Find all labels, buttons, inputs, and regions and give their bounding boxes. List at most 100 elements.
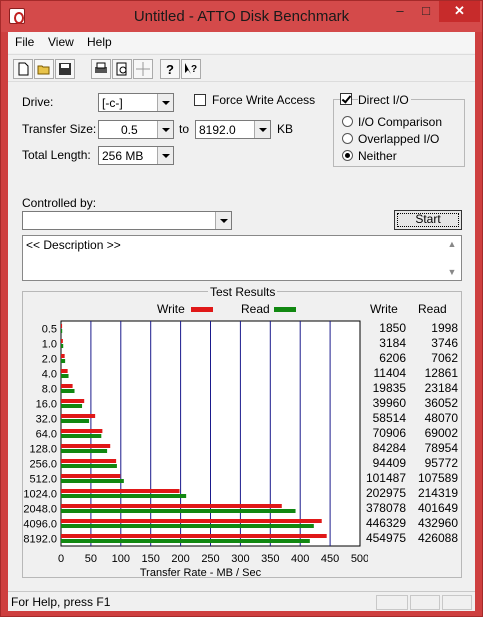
direct-io-checkbox[interactable] (340, 93, 352, 105)
read-value: 23184 (424, 381, 458, 395)
write-bar (61, 444, 111, 448)
y-tick-label: 2.0 (42, 354, 57, 366)
x-tick-label: 50 (85, 553, 97, 565)
read-value: 3746 (431, 336, 458, 350)
read-bar (61, 449, 108, 453)
print-icon[interactable] (91, 59, 111, 79)
x-tick-label: 250 (201, 553, 219, 565)
context-help-icon[interactable]: ? (181, 59, 201, 79)
write-value: 378078 (365, 501, 406, 515)
transfer-size-from-select[interactable]: 0.5 (98, 120, 174, 139)
menu-help[interactable]: Help (87, 35, 112, 49)
write-bar (61, 354, 65, 358)
write-bar (61, 369, 68, 373)
open-folder-icon[interactable] (34, 59, 54, 79)
read-bar (61, 344, 64, 348)
help-icon[interactable]: ? (160, 59, 180, 79)
neither-label: Neither (358, 149, 397, 163)
write-bar (61, 429, 103, 433)
write-bar (61, 534, 327, 538)
write-value: 11404 (373, 366, 406, 380)
chevron-down-icon[interactable] (215, 212, 231, 229)
close-button[interactable]: ✕ (439, 1, 480, 22)
start-button[interactable]: Start (394, 210, 462, 230)
write-bar (61, 414, 96, 418)
legend-write-swatch (191, 307, 213, 312)
scroll-down-icon[interactable]: ▼ (444, 264, 460, 280)
client-area: File View Help ? ? Drive: [-c-] Force Wr… (8, 32, 475, 611)
menu-file[interactable]: File (15, 35, 34, 49)
status-pane-3 (442, 595, 472, 610)
write-bar (61, 339, 63, 343)
scroll-up-icon[interactable]: ▲ (444, 236, 460, 252)
y-tick-label: 16.0 (36, 399, 57, 411)
io-comparison-radio[interactable] (342, 116, 353, 127)
write-bar (61, 474, 121, 478)
read-bar (61, 479, 124, 483)
controlled-by-select[interactable] (22, 211, 232, 230)
write-value: 19835 (372, 381, 406, 395)
read-bar (61, 329, 63, 333)
to-label: to (179, 122, 190, 136)
chevron-down-icon[interactable] (157, 121, 173, 138)
transfer-size-to-select[interactable]: 8192.0 (195, 120, 271, 139)
write-value: 1850 (379, 321, 406, 335)
write-value: 6206 (379, 351, 406, 365)
print-preview-icon[interactable] (112, 59, 132, 79)
neither-radio[interactable] (342, 150, 353, 161)
write-bar (61, 459, 117, 463)
move-icon[interactable] (133, 59, 153, 79)
read-value: 48070 (424, 411, 458, 425)
x-axis-label: Transfer Rate - MB / Sec (140, 567, 262, 579)
title-bar[interactable]: Untitled - ATTO Disk Benchmark – □ ✕ (1, 1, 482, 32)
write-value: 84284 (372, 441, 406, 455)
x-tick-label: 300 (231, 553, 249, 565)
read-bar (61, 434, 102, 438)
description-box[interactable]: << Description >> ▲ ▼ (22, 235, 462, 281)
read-bar (61, 539, 310, 543)
y-tick-label: 32.0 (36, 414, 57, 426)
y-tick-label: 8.0 (42, 384, 57, 396)
read-bar (61, 404, 83, 408)
chevron-down-icon[interactable] (254, 121, 270, 138)
menu-bar: File View Help (8, 32, 475, 53)
y-tick-label: 4.0 (42, 369, 57, 381)
force-write-checkbox[interactable] (194, 94, 206, 106)
svg-text:?: ? (191, 64, 197, 75)
write-column-header: Write (370, 302, 398, 316)
write-bar (61, 324, 63, 328)
maximize-button[interactable]: □ (413, 1, 439, 22)
x-tick-label: 450 (321, 553, 339, 565)
direct-io-label: Direct I/O (358, 93, 411, 107)
read-value: 432960 (417, 516, 458, 530)
minimize-button[interactable]: – (387, 1, 413, 22)
read-bar (61, 359, 66, 363)
y-tick-label: 4096.0 (23, 519, 57, 531)
total-length-select[interactable]: 256 MB (98, 146, 174, 165)
drive-select[interactable]: [-c-] (98, 93, 174, 112)
read-bar (61, 419, 90, 423)
x-tick-label: 100 (112, 553, 130, 565)
read-value: 426088 (417, 531, 458, 545)
overlapped-io-radio[interactable] (342, 133, 353, 144)
write-value: 94409 (372, 456, 406, 470)
read-value: 401649 (417, 501, 458, 515)
total-length-label: Total Length: (22, 148, 91, 162)
chevron-down-icon[interactable] (157, 94, 173, 111)
write-bar (61, 519, 322, 523)
write-value: 39960 (372, 396, 406, 410)
chevron-down-icon[interactable] (157, 147, 173, 164)
save-icon[interactable] (55, 59, 75, 79)
write-value: 3184 (379, 336, 406, 350)
y-tick-label: 256.0 (29, 459, 57, 471)
force-write-label: Force Write Access (212, 93, 316, 107)
read-bar (61, 509, 296, 513)
read-column-header: Read (418, 302, 447, 316)
write-bar (61, 489, 180, 493)
status-text: For Help, press F1 (11, 595, 111, 609)
legend-write-label: Write (157, 302, 185, 316)
test-results-title: Test Results (208, 285, 278, 299)
transfer-rate-chart: 0 50 100 150 200 250 300 350 400 450 500 Transfer R… (23, 320, 368, 579)
menu-view[interactable]: View (48, 35, 74, 49)
new-file-icon[interactable] (13, 59, 33, 79)
